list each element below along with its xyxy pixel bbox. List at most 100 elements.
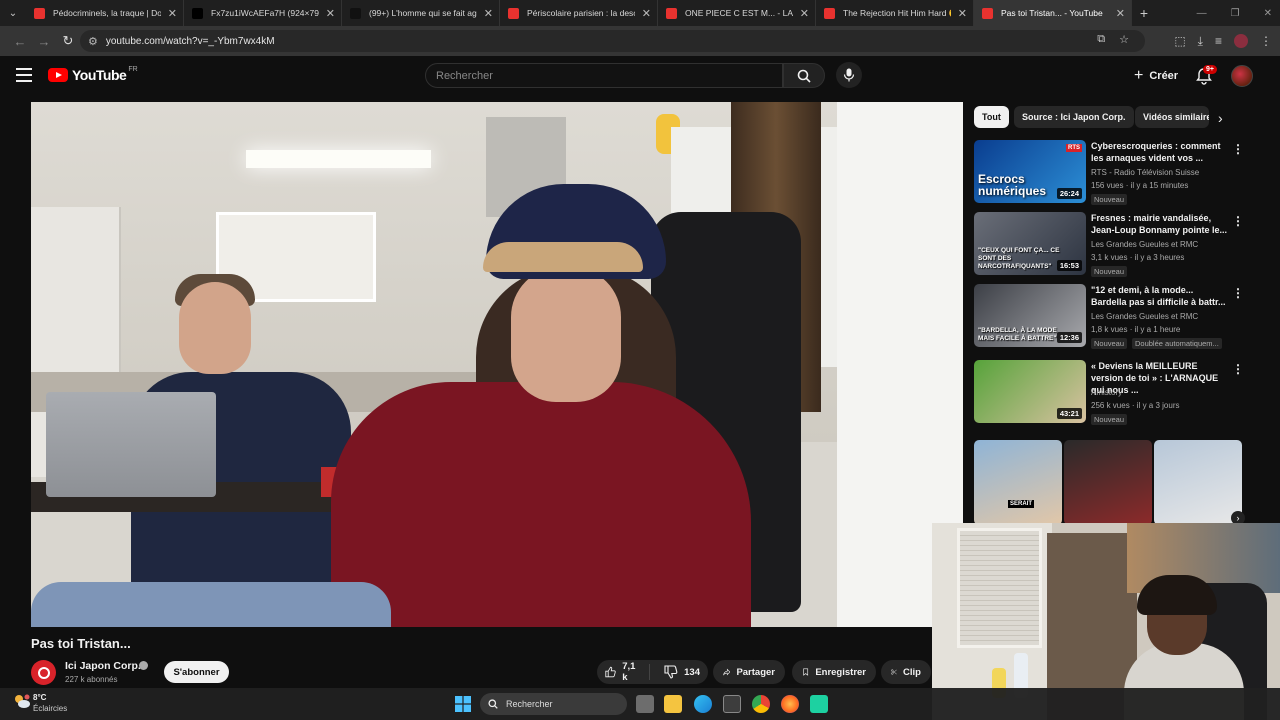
account-avatar[interactable] <box>1231 65 1253 87</box>
tab-close-icon[interactable]: ✕ <box>642 7 651 20</box>
recommended-channel[interactable]: RTS - Radio Télévision Suisse <box>1091 168 1199 177</box>
bookmark-star-icon[interactable]: ☆ <box>1119 33 1129 46</box>
microsoft-store-icon[interactable] <box>723 695 741 713</box>
browser-menu-icon[interactable]: ⋮ <box>1260 34 1272 48</box>
video-thumbnail[interactable]: 43:21 <box>974 360 1086 423</box>
chip-all[interactable]: Tout <box>974 106 1009 128</box>
forward-icon[interactable]: → <box>32 34 56 49</box>
recommended-title[interactable]: "12 et demi, à la mode... Bardella pas s… <box>1091 284 1229 308</box>
channel-avatar[interactable] <box>31 660 56 685</box>
back-icon[interactable]: ← <box>8 34 32 49</box>
save-label: Enregistrer <box>815 666 866 678</box>
browser-tab[interactable]: Périscolaire parisien : la descen ✕ <box>500 0 658 26</box>
site-info-icon[interactable]: ⚙ <box>88 35 98 48</box>
browser-tab[interactable]: (99+) L'homme qui se fait agres ✕ <box>342 0 500 26</box>
more-options-icon[interactable]: ⋮ <box>1232 142 1244 156</box>
recommended-video[interactable]: "CEUX QUI FONT ÇA... CE SONT DES NARCOTR… <box>974 212 1244 280</box>
recommended-video[interactable]: "BARDELLA, À LA MODE MAIS FACILE À BATTR… <box>974 284 1244 352</box>
browser-tab[interactable]: The Rejection Hit Him Hard 😔 ✕ <box>816 0 974 26</box>
minimize-icon[interactable]: — <box>1197 8 1207 19</box>
new-badge: Nouveau <box>1091 194 1128 205</box>
video-title: Pas toi Tristan... <box>31 636 131 651</box>
profile-avatar-icon[interactable] <box>1234 34 1248 48</box>
extensions-icon[interactable]: ⬚ <box>1174 34 1185 48</box>
recommended-channel[interactable]: Amistory <box>1091 388 1122 397</box>
recommended-title[interactable]: Cyberescroqueries : comment les arnaques… <box>1091 140 1229 164</box>
menu-icon[interactable] <box>16 68 32 82</box>
tab-close-icon[interactable]: ✕ <box>484 7 493 20</box>
subscribe-button[interactable]: S'abonner <box>164 661 229 683</box>
recommended-channel[interactable]: Les Grandes Gueules et RMC <box>1091 312 1198 321</box>
tab-favicon-icon <box>666 7 677 19</box>
more-options-icon[interactable]: ⋮ <box>1232 286 1244 300</box>
download-icon[interactable]: ⤓ <box>1198 34 1203 49</box>
weather-temperature: 8°C <box>33 693 47 702</box>
file-explorer-icon[interactable] <box>664 695 682 713</box>
app-icon[interactable] <box>810 695 828 713</box>
youtube-logo[interactable]: YouTube FR <box>48 66 138 83</box>
cap-visor <box>483 242 643 272</box>
more-options-icon[interactable]: ⋮ <box>1232 214 1244 228</box>
search-button[interactable] <box>783 63 825 88</box>
url-text[interactable]: youtube.com/watch?v=_-Ybm7wx4kM <box>106 36 275 47</box>
channel-name[interactable]: Ici Japon Corp. <box>65 660 141 672</box>
media-control-icon[interactable]: ≡ <box>1215 34 1222 48</box>
taskbar-search[interactable]: Rechercher <box>480 693 627 715</box>
windows-start-icon[interactable] <box>455 696 471 712</box>
browser-tab[interactable]: Fx7zu1iWcAEFa7H (924×790) ✕ <box>184 0 342 26</box>
tab-favicon-icon <box>824 7 835 19</box>
short-thumbnail[interactable]: SERAIT <box>974 440 1062 525</box>
short-thumbnail[interactable] <box>1154 440 1242 525</box>
tab-close-icon[interactable]: ✕ <box>800 7 809 20</box>
create-button[interactable]: + Créer <box>1124 64 1188 88</box>
browser-tab[interactable]: Pédocriminels, la traque | Docu ✕ <box>26 0 184 26</box>
task-view-icon[interactable] <box>636 695 654 713</box>
chevron-right-icon[interactable]: › <box>1218 110 1223 126</box>
recommended-title[interactable]: Fresnes : mairie vandalisée, Jean-Loup B… <box>1091 212 1229 236</box>
browser-tab[interactable]: Pas toi Tristan... - YouTube ✕ <box>974 0 1132 26</box>
search-input[interactable]: Rechercher <box>425 63 783 88</box>
dislike-count: 134 <box>684 666 700 678</box>
clip-button[interactable]: Clip <box>881 660 931 684</box>
video-thumbnail[interactable]: "CEUX QUI FONT ÇA... CE SONT DES NARCOTR… <box>974 212 1086 275</box>
chip-source[interactable]: Source : Ici Japon Corp. <box>1014 106 1134 128</box>
video-thumbnail[interactable]: Escrocs numériques RTS 26:24 <box>974 140 1086 203</box>
more-options-icon[interactable]: ⋮ <box>1232 362 1244 376</box>
maximize-icon[interactable]: ❐ <box>1231 8 1240 19</box>
recommended-video[interactable]: Escrocs numériques RTS 26:24 Cyberescroquer… <box>974 140 1244 208</box>
new-tab-button[interactable]: + <box>1132 5 1156 21</box>
voice-search-button[interactable] <box>836 62 862 88</box>
browser-tab[interactable]: ONE PIECE C EST M... - LA COM ✕ <box>658 0 816 26</box>
like-button[interactable]: 7,1 k <box>597 661 651 683</box>
save-button[interactable]: Enregistrer <box>792 660 876 684</box>
reload-icon[interactable]: ↻ <box>56 33 80 49</box>
firefox-browser-icon[interactable] <box>781 695 799 713</box>
edge-browser-icon[interactable] <box>694 695 712 713</box>
video-player[interactable] <box>31 102 963 627</box>
video-thumbnail[interactable]: "BARDELLA, À LA MODE MAIS FACILE À BATTR… <box>974 284 1086 347</box>
share-button[interactable]: Partager <box>713 660 785 684</box>
install-app-icon[interactable]: ⧉ <box>1097 33 1105 46</box>
ceiling-light <box>246 150 431 168</box>
video-duration: 43:21 <box>1056 408 1082 419</box>
taskbar-search-icon <box>488 699 498 709</box>
recommended-video[interactable]: 43:21 « Deviens la MEILLEURE version de t… <box>974 360 1244 428</box>
tab-close-icon[interactable]: ✕ <box>326 7 335 20</box>
tab-close-icon[interactable]: ✕ <box>168 7 177 20</box>
address-bar[interactable]: ⚙ youtube.com/watch?v=_-Ybm7wx4kM ⧉ ☆ <box>80 30 1145 52</box>
short-thumbnail[interactable] <box>1064 440 1152 525</box>
youtube-play-icon <box>48 68 68 82</box>
close-window-icon[interactable]: ✕ <box>1264 8 1272 19</box>
video-duration: 16:53 <box>1056 260 1082 271</box>
webcam-shutter-window <box>957 528 1042 648</box>
tab-close-icon[interactable]: ✕ <box>958 7 967 20</box>
tab-close-icon[interactable]: ✕ <box>1116 7 1125 20</box>
chrome-browser-icon[interactable] <box>752 695 770 713</box>
tab-search-icon[interactable]: ⌄ <box>0 0 26 26</box>
recommended-channel[interactable]: Les Grandes Gueules et RMC <box>1091 240 1198 249</box>
notification-count-badge: 9+ <box>1203 65 1217 74</box>
chip-similar-videos[interactable]: Vidéos similaires <box>1135 106 1209 128</box>
like-count: 7,1 k <box>622 661 636 683</box>
weather-cloudy-icon[interactable] <box>13 693 31 709</box>
dislike-button[interactable]: 134 <box>656 665 708 679</box>
